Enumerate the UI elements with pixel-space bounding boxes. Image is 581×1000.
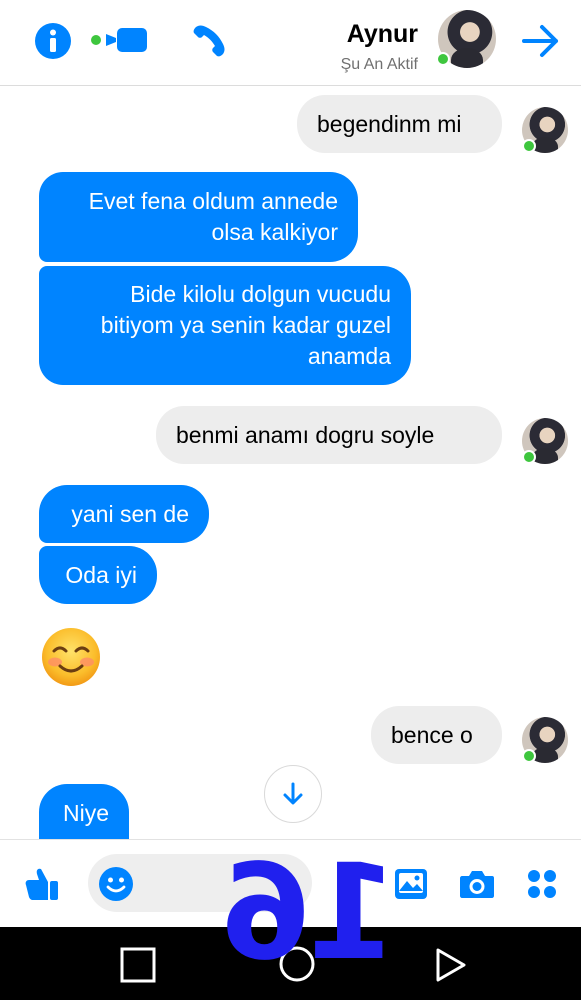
like-icon: [25, 868, 58, 900]
message-bubble-incoming[interactable]: begendinm mi: [297, 95, 502, 153]
sender-avatar: [522, 418, 568, 464]
smile-icon: [99, 867, 133, 901]
message-bubble-outgoing[interactable]: Oda iyi: [39, 546, 157, 604]
info-button[interactable]: [34, 22, 72, 60]
message-text-line: bitiyom ya senin kadar guzel: [100, 312, 391, 338]
info-icon: [35, 23, 71, 59]
camera-button[interactable]: [456, 864, 498, 904]
online-indicator: [436, 52, 450, 66]
scroll-to-bottom-button[interactable]: [264, 765, 322, 823]
message-text: benmi anamı dogru soyle: [176, 421, 435, 448]
message-text-line: Evet fena oldum annede: [88, 188, 338, 214]
online-indicator: [522, 749, 536, 763]
arrow-down-icon: [283, 782, 303, 805]
like-button[interactable]: [20, 862, 64, 906]
message-bubble-incoming[interactable]: bence o: [371, 706, 502, 764]
video-call-icon: [91, 28, 147, 52]
contact-profile[interactable]: Aynur Şu An Aktif: [300, 10, 500, 76]
message-bubble-outgoing[interactable]: Bide kilolu dolgun vucudu bitiyom ya sen…: [39, 266, 411, 385]
message-text-line: olsa kalkiyor: [211, 219, 338, 245]
message-text: begendinm mi: [317, 110, 462, 137]
recents-icon: [120, 947, 156, 983]
system-back-icon: [436, 948, 466, 982]
back-button[interactable]: [518, 20, 564, 62]
sender-avatar: [522, 717, 568, 763]
more-options-button[interactable]: [522, 864, 562, 904]
system-back-button[interactable]: [428, 943, 472, 987]
message-text: Niye: [62, 799, 109, 826]
message-text: yani sen de: [71, 500, 189, 527]
contact-name: Aynur: [346, 20, 418, 48]
recents-button[interactable]: [116, 943, 160, 987]
overlay-number-watermark: 16: [226, 836, 398, 990]
message-bubble-outgoing[interactable]: yani sen de: [39, 485, 209, 543]
more-icon: [528, 870, 556, 898]
sender-avatar: [522, 107, 568, 153]
smiling-face-icon: [42, 628, 100, 686]
online-indicator: [522, 139, 536, 153]
online-indicator: [522, 450, 536, 464]
message-text: bence o: [391, 721, 473, 748]
voice-call-button[interactable]: [188, 20, 230, 62]
message-text: Oda iyi: [65, 561, 137, 588]
video-call-button[interactable]: [90, 24, 152, 56]
chat-header: Aynur Şu An Aktif: [0, 0, 581, 86]
message-text-line: Bide kilolu dolgun vucudu: [130, 281, 391, 307]
contact-avatar: [436, 10, 496, 68]
message-bubble-outgoing[interactable]: Niye: [39, 784, 129, 842]
back-arrow-icon: [522, 25, 558, 57]
emoji-message[interactable]: [40, 626, 102, 688]
message-bubble-outgoing[interactable]: Evet fena oldum annede olsa kalkiyor: [39, 172, 358, 262]
contact-status: Şu An Aktif: [340, 56, 418, 73]
emoji-picker-button[interactable]: [96, 864, 136, 904]
message-bubble-incoming[interactable]: benmi anamı dogru soyle: [156, 406, 502, 464]
camera-icon: [460, 871, 494, 898]
phone-icon: [193, 25, 225, 57]
message-text-line: anamda: [307, 343, 391, 369]
